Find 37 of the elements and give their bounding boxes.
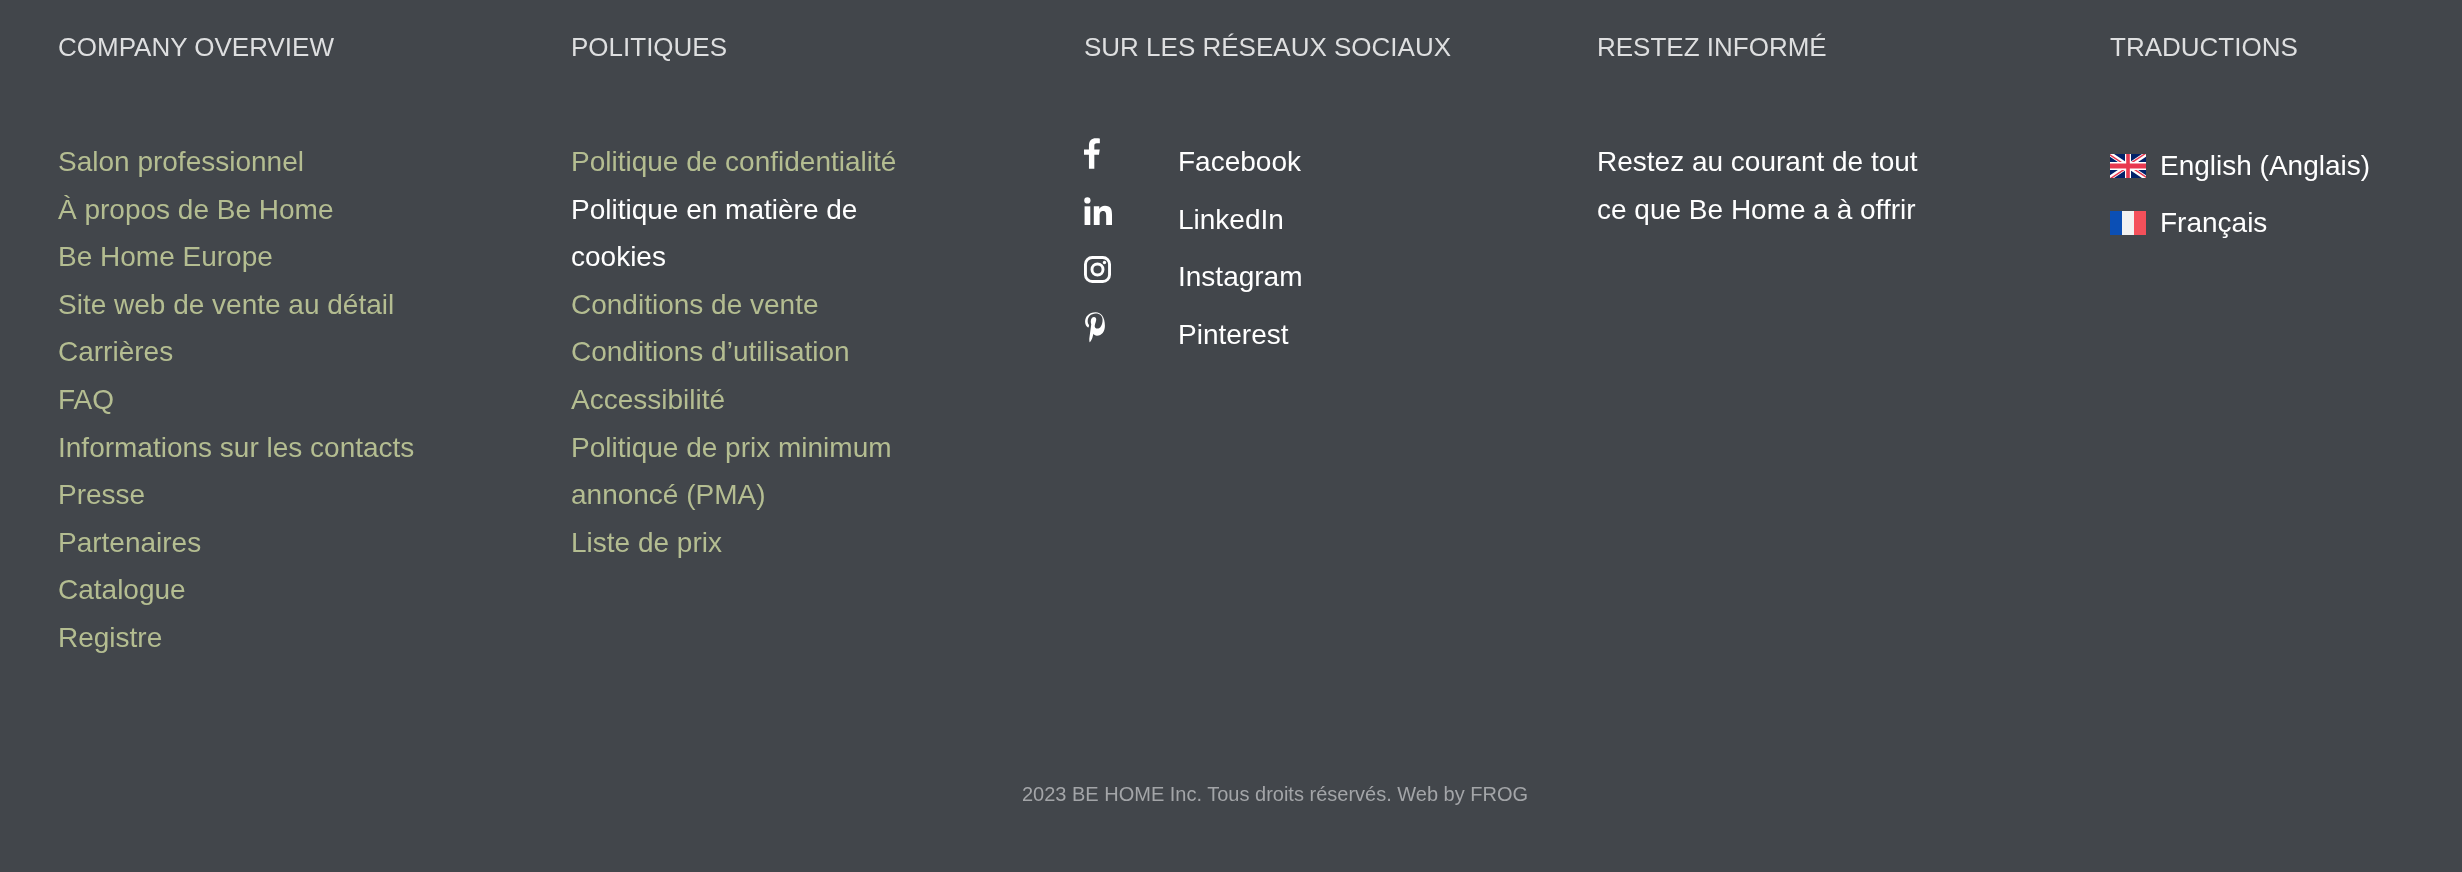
- social-link[interactable]: Instagram: [1084, 253, 1303, 301]
- social-link[interactable]: Facebook: [1084, 138, 1301, 186]
- footer-link[interactable]: Registre: [58, 613, 163, 662]
- language-link[interactable]: English (Anglais): [2110, 142, 2371, 190]
- footer-link[interactable]: Liste de prix: [571, 518, 722, 567]
- footer-link[interactable]: Conditions d’utilisation: [571, 328, 850, 376]
- footer-link[interactable]: À propos de Be Home: [58, 185, 334, 234]
- footer-link[interactable]: Site web de vente au détail: [58, 280, 395, 329]
- social-link[interactable]: LinkedIn: [1084, 195, 1284, 244]
- footer-link[interactable]: Politique en matière de cookies: [571, 185, 931, 281]
- linkedin-icon[interactable]: [1084, 197, 1112, 226]
- column-heading: SUR LES RÉSEAUX SOCIAUX: [1084, 31, 1451, 64]
- footer-link[interactable]: Salon professionnel: [58, 138, 304, 186]
- facebook-icon[interactable]: [1084, 138, 1100, 170]
- footer-link[interactable]: Accessibilité: [571, 375, 726, 424]
- footer-link[interactable]: Partenaires: [58, 518, 202, 567]
- footer-link[interactable]: Catalogue: [58, 566, 186, 614]
- column-heading: POLITIQUES: [571, 31, 728, 64]
- france-flag-icon[interactable]: [2110, 210, 2146, 235]
- column-heading: RESTEZ INFORMÉ: [1597, 31, 1827, 64]
- footer-link[interactable]: Carrières: [58, 328, 174, 376]
- footer-link[interactable]: Politique de prix minimum annoncé (PMA): [571, 423, 931, 519]
- social-link[interactable]: Pinterest: [1084, 310, 1289, 359]
- copyright-text: 2023 BE HOME Inc. Tous droits réservés. Web by FROG: [1021, 781, 1529, 807]
- column-heading: TRADUCTIONS: [2110, 31, 2298, 64]
- footer-link[interactable]: FAQ: [58, 375, 114, 424]
- instagram-icon[interactable]: [1084, 256, 1111, 284]
- footer-link[interactable]: Be Home Europe: [58, 233, 273, 281]
- pinterest-icon[interactable]: [1084, 312, 1106, 344]
- column-heading: COMPANY OVERVIEW: [58, 31, 334, 64]
- footer-link[interactable]: Informations sur les contacts: [58, 423, 415, 472]
- footer-link[interactable]: Conditions de vente: [571, 280, 819, 329]
- language-link[interactable]: Français: [2110, 199, 2268, 247]
- footer-link[interactable]: Presse: [58, 471, 146, 519]
- newsletter-text: Restez au courant de tout ce que Be Home a à offrir: [1597, 145, 1919, 227]
- footer-link[interactable]: Politique de confidentialité: [571, 138, 897, 186]
- uk-flag-icon[interactable]: [2110, 153, 2146, 178]
